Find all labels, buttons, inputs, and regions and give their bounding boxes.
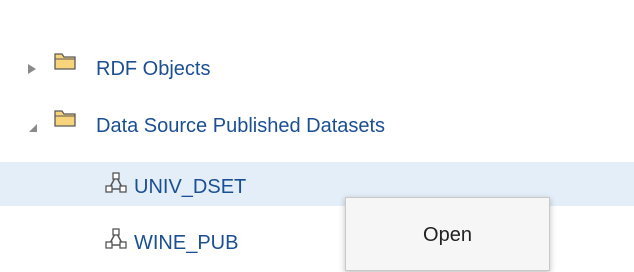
- dataset-icon: [105, 228, 127, 250]
- folder-icon: [54, 110, 76, 128]
- tree-item-label: RDF Objects: [96, 58, 211, 80]
- folder-icon: [54, 53, 76, 71]
- context-menu: Open: [345, 197, 550, 271]
- tree-item-rdf-objects[interactable]: RDF Objects: [0, 47, 634, 91]
- collapse-arrow-icon[interactable]: [26, 122, 38, 134]
- tree-item-label: WINE_PUB: [134, 232, 239, 254]
- tree-item-label: UNIV_DSET: [134, 176, 247, 198]
- expand-arrow-icon[interactable]: [26, 63, 38, 75]
- tree-item-data-source-published-datasets[interactable]: Data Source Published Datasets: [0, 104, 634, 148]
- tree-item-label: Data Source Published Datasets: [96, 115, 386, 137]
- menu-item-open[interactable]: Open: [346, 198, 549, 272]
- dataset-icon: [105, 172, 127, 194]
